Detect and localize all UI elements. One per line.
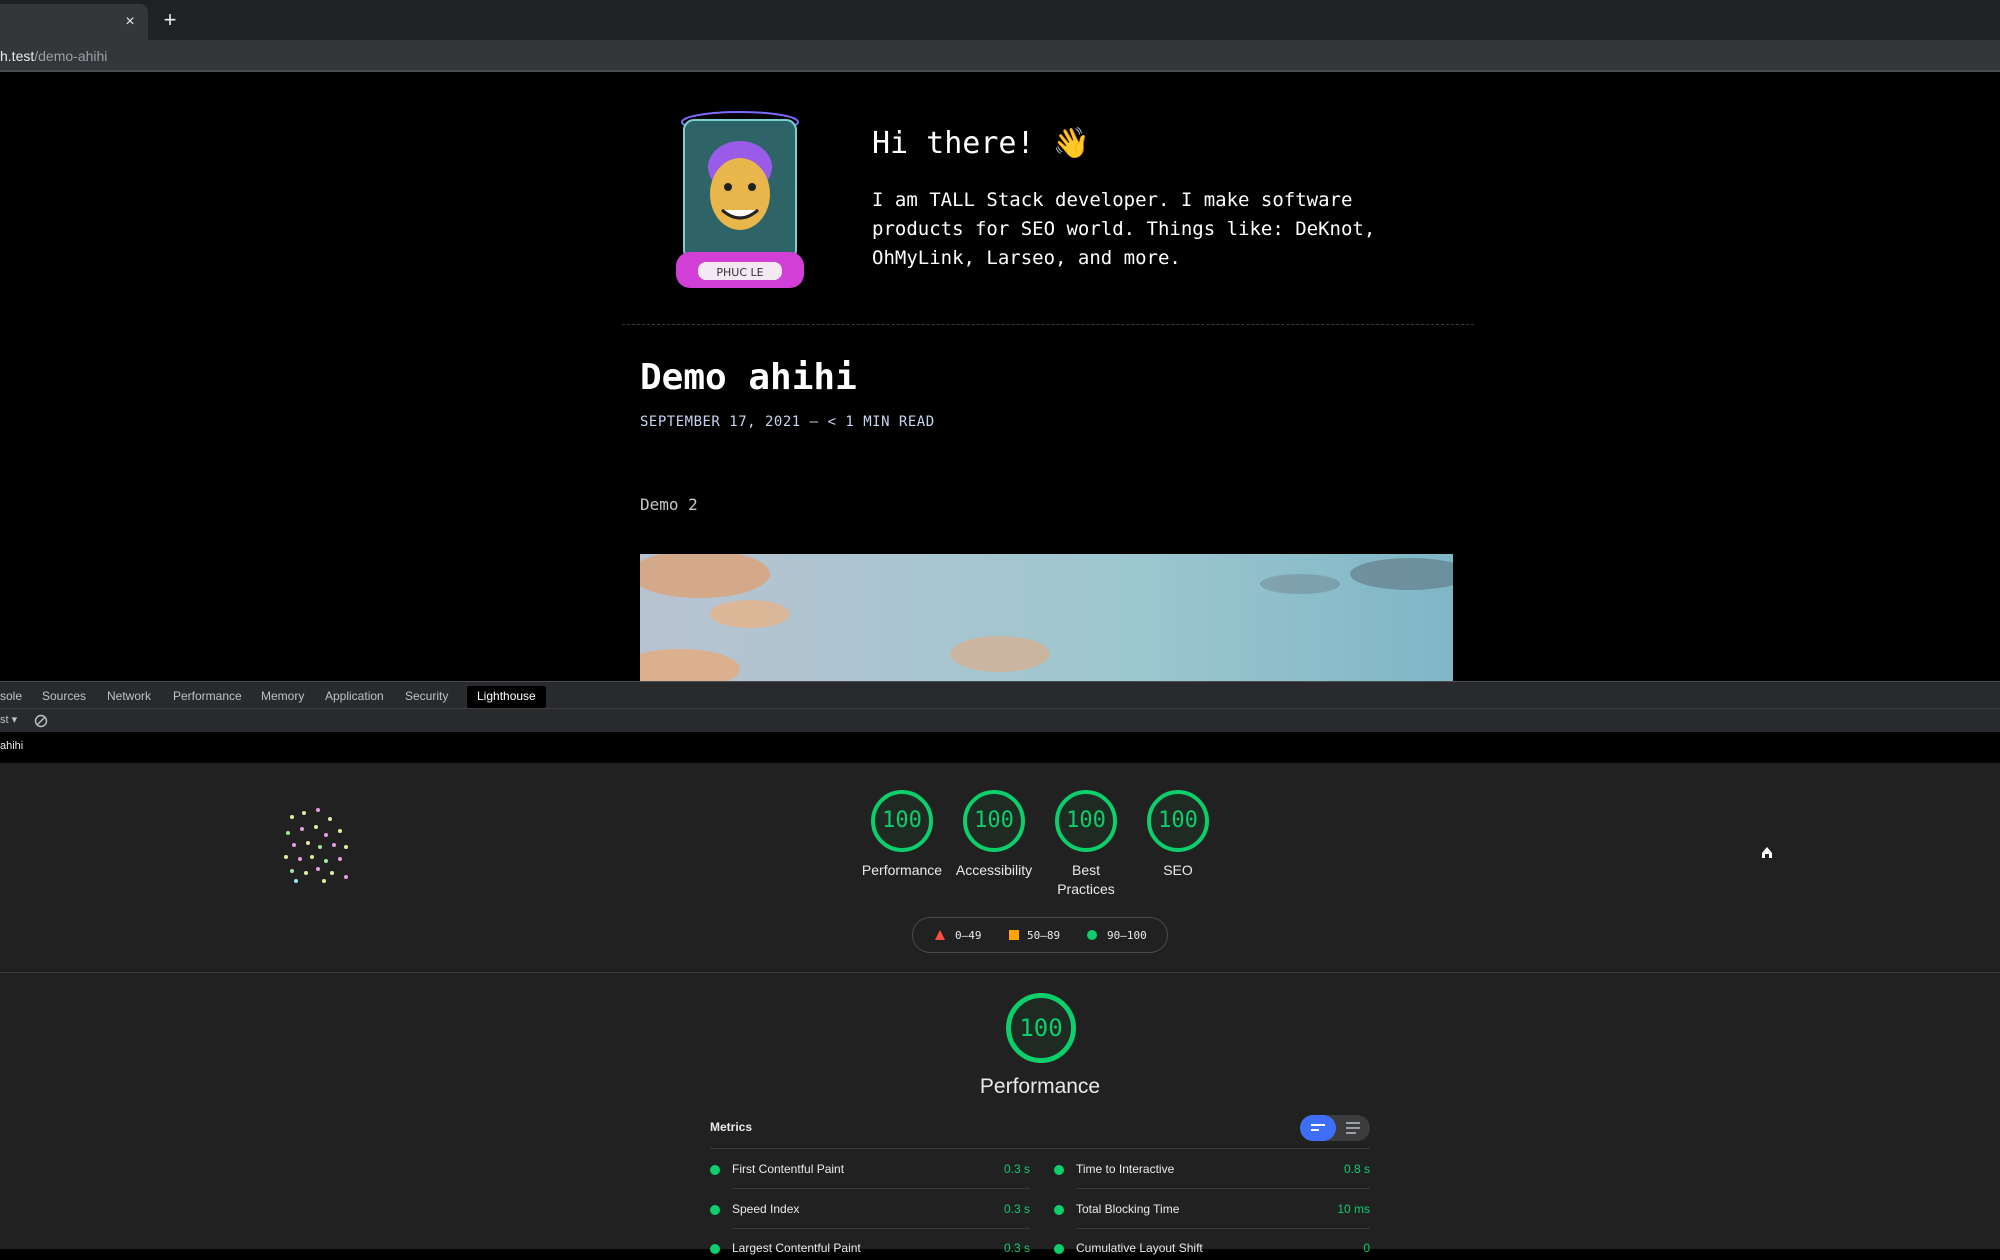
metric-name: Time to Interactive <box>1076 1162 1175 1176</box>
metric-row-rule <box>1076 1188 1370 1189</box>
section-divider <box>0 972 2000 973</box>
metric-value: 10 ms <box>1337 1202 1370 1216</box>
metric-name: Speed Index <box>732 1202 800 1216</box>
fireworks-icon <box>284 808 348 883</box>
performance-gauge[interactable]: 100 <box>871 790 933 852</box>
accessibility-label: Accessibility <box>955 862 1033 878</box>
browser-tab[interactable]: × <box>0 4 148 40</box>
pass-dot-icon <box>1054 1205 1064 1215</box>
metric-cumulative-layout-shift: Cumulative Layout Shift 0 <box>1054 1240 1370 1260</box>
pass-dot-icon <box>710 1165 720 1175</box>
tab-security[interactable]: Security <box>401 686 452 708</box>
fail-triangle-icon <box>935 930 945 940</box>
pass-circle-icon <box>1087 930 1097 940</box>
metric-time-to-interactive: Time to Interactive 0.8 s <box>1054 1161 1370 1181</box>
pass-dot-icon <box>710 1205 720 1215</box>
tab-memory[interactable]: Memory <box>257 686 308 708</box>
metric-name: Largest Contentful Paint <box>732 1241 861 1255</box>
post-body: Demo 2 <box>640 495 698 514</box>
average-square-icon <box>1009 930 1019 940</box>
report-url: ahihi <box>0 740 24 752</box>
legend-average: 50–89 <box>1027 929 1061 942</box>
close-tab-icon[interactable]: × <box>120 12 140 32</box>
metric-speed-index: Speed Index 0.3 s <box>710 1201 1030 1221</box>
browser-toolbar: h.test/demo-ahihi <box>0 40 2000 72</box>
avatar-caption: PHUC LE <box>716 266 763 279</box>
url-host: h.test <box>0 48 35 64</box>
expanded-list-icon <box>1346 1122 1360 1134</box>
metric-name: Cumulative Layout Shift <box>1076 1241 1203 1255</box>
metric-value: 0.8 s <box>1343 1162 1370 1176</box>
report-select[interactable]: st ▾ <box>0 713 17 726</box>
url-path: /demo-ahihi <box>34 48 108 64</box>
metrics-top-rule <box>710 1148 1370 1149</box>
metric-value: 0.3 s <box>1003 1241 1030 1255</box>
tab-network[interactable]: Network <box>103 686 155 708</box>
accessibility-gauge[interactable]: 100 <box>963 790 1025 852</box>
devtools-tabbar: sole Sources Network Performance Memory … <box>0 681 2000 708</box>
performance-section-title: Performance <box>979 1075 1101 1098</box>
metrics-view-toggle[interactable] <box>1300 1115 1370 1141</box>
metric-name: Total Blocking Time <box>1076 1202 1180 1216</box>
legend-fail: 0–49 <box>955 929 982 942</box>
page-viewport: PHUC LE Hi there! 👋 I am TALL Stack deve… <box>0 72 2000 681</box>
best-practices-label: Best Practices <box>1057 862 1115 897</box>
pass-dot-icon <box>1054 1165 1064 1175</box>
avatar-image: PHUC LE <box>676 111 804 288</box>
tab-performance[interactable]: Performance <box>169 686 246 708</box>
tab-lighthouse[interactable]: Lighthouse <box>467 686 546 708</box>
pass-dot-icon <box>1054 1244 1064 1254</box>
metric-value: 0.3 s <box>1003 1202 1030 1216</box>
metric-value: 0.3 s <box>1003 1162 1030 1176</box>
post-image <box>640 554 1453 681</box>
metric-total-blocking-time: Total Blocking Time 10 ms <box>1054 1201 1370 1221</box>
tools-menu-icon[interactable] <box>1760 845 1774 859</box>
metrics-heading: Metrics <box>710 1120 753 1134</box>
expanded-view-button[interactable] <box>1336 1115 1370 1141</box>
divider <box>622 324 1474 325</box>
tab-console[interactable]: sole <box>0 686 26 708</box>
lighthouse-report: 100 Performance 100 Accessibility 100 Be… <box>0 763 2000 1255</box>
new-tab-icon[interactable]: + <box>158 8 182 32</box>
seo-label: SEO <box>1163 862 1193 878</box>
post-meta: SEPTEMBER 17, 2021 — < 1 MIN READ <box>640 414 935 430</box>
greeting-heading: Hi there! 👋 <box>872 126 1090 161</box>
compact-list-icon <box>1311 1124 1325 1131</box>
clear-icon[interactable] <box>34 714 48 728</box>
score-legend: 0–49 50–89 90–100 <box>912 917 1168 953</box>
metric-row-rule <box>732 1188 1030 1189</box>
metric-row-rule <box>732 1228 1030 1229</box>
devtools-toolbar: st ▾ <box>0 708 2000 732</box>
tab-sources[interactable]: Sources <box>38 686 90 708</box>
seo-gauge[interactable]: 100 <box>1147 790 1209 852</box>
performance-section-gauge: 100 <box>1006 993 1076 1063</box>
metric-row-rule <box>1076 1228 1370 1229</box>
compact-view-button[interactable] <box>1300 1115 1336 1141</box>
performance-label: Performance <box>861 862 943 878</box>
pass-dot-icon <box>710 1244 720 1254</box>
best-practices-gauge[interactable]: 100 <box>1055 790 1117 852</box>
metric-name: First Contentful Paint <box>732 1162 845 1176</box>
tab-application[interactable]: Application <box>321 686 388 708</box>
browser-tab-strip: × + <box>0 0 2000 40</box>
metric-first-contentful-paint: First Contentful Paint 0.3 s <box>710 1161 1030 1181</box>
metric-largest-contentful-paint: Largest Contentful Paint 0.3 s <box>710 1240 1030 1260</box>
intro-text: I am TALL Stack developer. I make softwa… <box>872 189 1376 269</box>
post-title: Demo ahihi <box>640 357 857 398</box>
metric-value: 0 <box>1363 1241 1370 1255</box>
report-url-bar: ahihi <box>0 732 2000 763</box>
legend-pass: 90–100 <box>1107 929 1147 942</box>
address-bar[interactable]: h.test/demo-ahihi <box>0 48 107 64</box>
